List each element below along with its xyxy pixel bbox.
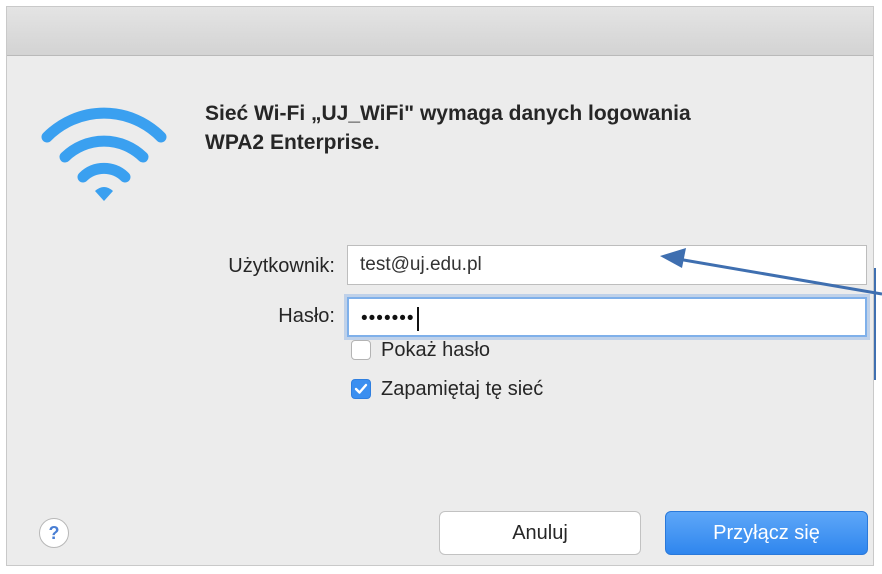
wifi-icon: [41, 107, 167, 201]
remember-network-label: Zapamiętaj tę sieć: [381, 377, 544, 400]
password-field[interactable]: •••••••: [347, 297, 867, 337]
dialog-heading: Sieć Wi-Fi „UJ_WiFi" wymaga danych logow…: [205, 102, 691, 154]
show-password-label: Pokaż hasło: [381, 338, 490, 361]
password-label: Hasło:: [278, 305, 335, 327]
remember-network-checkbox[interactable]: [351, 379, 371, 399]
username-label: Użytkownik:: [228, 255, 335, 277]
username-value: test@uj.edu.pl: [360, 254, 482, 275]
show-password-row[interactable]: Pokaż hasło: [351, 337, 490, 363]
help-button[interactable]: ?: [39, 518, 69, 548]
show-password-checkbox[interactable]: [351, 340, 371, 360]
callout-bracket: [874, 268, 882, 380]
username-field[interactable]: test@uj.edu.pl: [347, 245, 867, 285]
checkmark-icon: [354, 383, 368, 394]
remember-network-row[interactable]: Zapamiętaj tę sieć: [351, 376, 543, 402]
cancel-button[interactable]: Anuluj: [439, 511, 641, 555]
wifi-login-dialog: Sieć Wi-Fi „UJ_WiFi" wymaga danych logow…: [6, 6, 874, 566]
connect-button[interactable]: Przyłącz się: [665, 511, 868, 555]
text-caret: [416, 307, 419, 331]
window-titlebar[interactable]: [7, 7, 873, 56]
screenshot-stage: Sieć Wi-Fi „UJ_WiFi" wymaga danych logow…: [0, 0, 882, 574]
password-masked-value: •••••••: [361, 308, 415, 330]
